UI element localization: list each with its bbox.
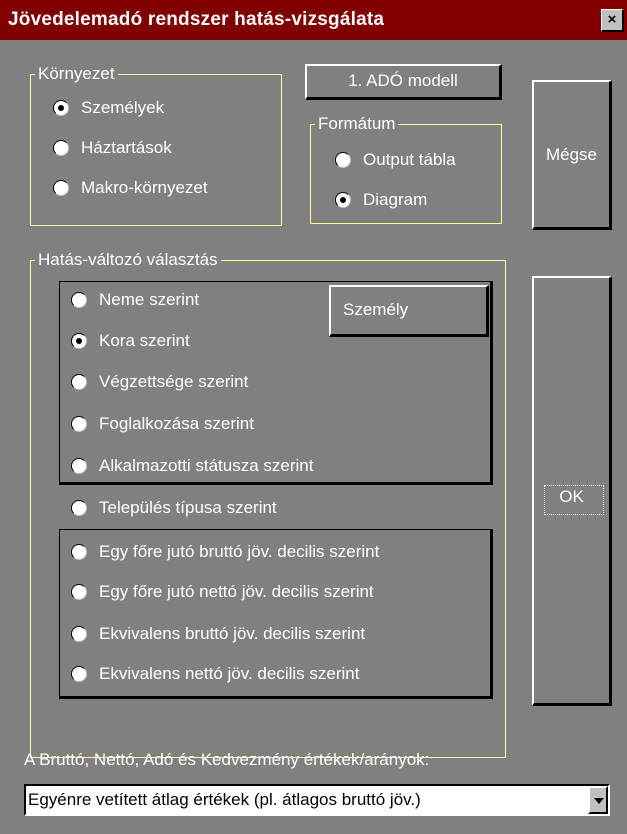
radio-icon <box>71 666 87 682</box>
title-bar: Jövedelemadó rendszer hatás-vizsgálata × <box>0 0 627 40</box>
cancel-button-label: Mégse <box>545 145 598 164</box>
radio-icon <box>335 152 351 168</box>
radio-label: Végzettsége szerint <box>99 372 249 391</box>
radio-icon <box>71 544 87 560</box>
radio-icon <box>71 374 87 390</box>
person-button-label: Személy <box>343 300 409 319</box>
environment-legend: Környezet <box>35 64 118 84</box>
radio-label: Neme szerint <box>99 290 200 309</box>
radio-icon <box>53 180 69 196</box>
radio-label: Output tábla <box>363 150 456 169</box>
model-button[interactable]: 1. ADÓ modell <box>305 64 502 100</box>
radio-label: Háztartások <box>81 138 172 157</box>
ok-button-label: OK <box>559 487 584 506</box>
radio-selected-icon <box>335 192 351 208</box>
radio-label: Alkalmazotti státusza szerint <box>99 456 314 475</box>
radio-icon <box>71 500 87 516</box>
radio-label: Ekvivalens bruttó jöv. decilis szerint <box>99 624 366 643</box>
radio-label: Egy főre jutó nettó jöv. decilis szerint <box>99 582 374 601</box>
radio-label: Egy főre jutó bruttó jöv. decilis szerin… <box>99 542 380 561</box>
radio-label: Makro-környezet <box>81 178 208 197</box>
radio-label: Ekvivalens nettó jöv. decilis szerint <box>99 664 360 683</box>
radio-label: Település típusa szerint <box>99 498 277 517</box>
environment-group: Környezet Személyek Háztartások Makro-kö… <box>30 64 282 226</box>
radio-icon <box>71 292 87 308</box>
radio-selected-icon <box>53 100 69 116</box>
radio-icon <box>71 626 87 642</box>
model-button-label: 1. ADÓ modell <box>348 71 458 90</box>
values-select[interactable]: Egyénre vetített átlag értékek (pl. átla… <box>24 784 610 816</box>
impact-legend: Hatás-változó választás <box>35 250 221 270</box>
close-button[interactable]: × <box>601 9 624 32</box>
radio-label: Kora szerint <box>99 331 190 350</box>
radio-icon <box>53 140 69 156</box>
chevron-down-icon[interactable] <box>588 786 608 814</box>
radio-icon <box>71 584 87 600</box>
format-group: Formátum Output tábla Diagram <box>310 114 502 224</box>
radio-icon <box>71 416 87 432</box>
radio-label: Személyek <box>81 98 165 117</box>
impact-group: Hatás-változó választás Személy Neme sze… <box>30 250 506 758</box>
format-legend: Formátum <box>315 114 399 134</box>
radio-icon <box>71 458 87 474</box>
values-label: A Bruttó, Nettó, Adó és Kedvezmény érték… <box>24 750 430 769</box>
values-select-value: Egyénre vetített átlag értékek (pl. átla… <box>28 790 421 809</box>
close-icon: × <box>607 11 617 28</box>
ok-button[interactable]: OK <box>532 276 612 706</box>
person-button[interactable]: Személy <box>329 285 489 337</box>
dialog-body: Környezet Személyek Háztartások Makro-kö… <box>0 40 627 834</box>
radio-label: Diagram <box>363 190 428 209</box>
radio-label: Foglalkozása szerint <box>99 414 254 433</box>
window-title: Jövedelemadó rendszer hatás-vizsgálata <box>8 9 385 30</box>
cancel-button[interactable]: Mégse <box>532 80 612 230</box>
radio-selected-icon <box>71 333 87 349</box>
